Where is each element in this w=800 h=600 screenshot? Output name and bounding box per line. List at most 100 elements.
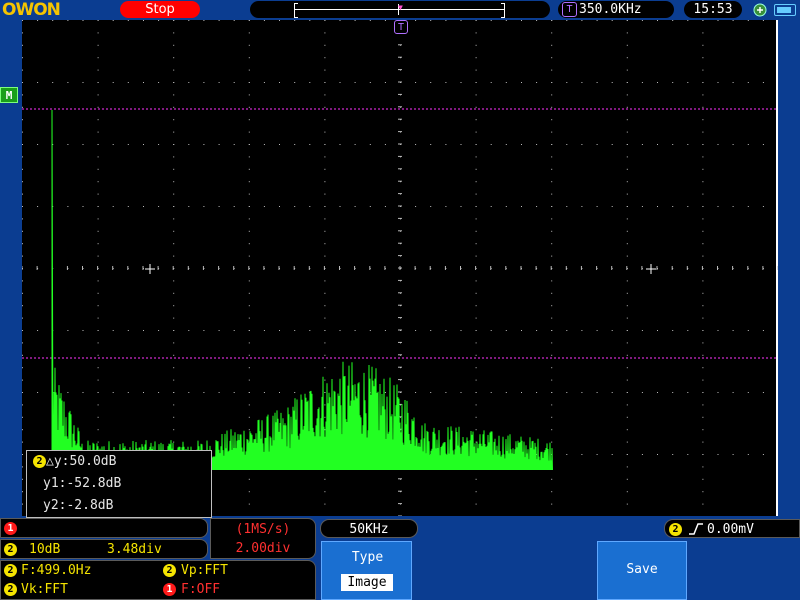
grid-dot bbox=[581, 20, 583, 21]
grid-dot bbox=[309, 82, 311, 83]
grid-dot bbox=[354, 206, 356, 207]
grid-dot bbox=[22, 342, 23, 344]
grid-dot bbox=[143, 330, 144, 331]
grid-dot bbox=[233, 20, 235, 21]
grid-dot bbox=[747, 20, 749, 21]
channel-m-marker[interactable]: M bbox=[0, 87, 18, 103]
grid-dot bbox=[415, 82, 417, 83]
ch2-status-bar[interactable]: 2 10dB 3.48div bbox=[0, 539, 208, 559]
grid-dot bbox=[22, 503, 23, 505]
cursor-channel-badge: 2 bbox=[33, 455, 46, 468]
grid-dot bbox=[551, 243, 553, 245]
grid-dot bbox=[566, 206, 568, 207]
ch1-status-bar[interactable]: 1 bbox=[0, 518, 208, 538]
grid-dot bbox=[551, 69, 553, 71]
grid-dot bbox=[67, 144, 69, 145]
grid-dot bbox=[505, 20, 507, 21]
grid-dot bbox=[127, 144, 129, 145]
grid-dot bbox=[762, 20, 764, 21]
grid-dot bbox=[641, 144, 643, 145]
grid-dot bbox=[551, 20, 553, 21]
grid-dot bbox=[717, 144, 719, 145]
waveform-display[interactable] bbox=[22, 20, 778, 516]
grid-dot bbox=[97, 144, 99, 145]
type-button[interactable]: Type Image bbox=[321, 541, 412, 600]
grid-dot bbox=[248, 57, 250, 59]
grid-dot bbox=[672, 392, 674, 393]
grid-dot bbox=[551, 218, 553, 220]
grid-dot bbox=[475, 193, 477, 195]
grid-dot bbox=[37, 206, 39, 207]
grid-dot bbox=[702, 392, 704, 393]
grid-dot bbox=[717, 206, 719, 207]
grid-dot bbox=[551, 503, 553, 505]
grid-dot bbox=[505, 330, 507, 331]
grid-dot bbox=[263, 206, 265, 207]
grid-dot bbox=[294, 82, 296, 83]
grid-dot bbox=[324, 404, 326, 406]
grid-dot bbox=[173, 69, 175, 71]
grid-dot bbox=[188, 330, 190, 331]
grid-dot bbox=[112, 206, 114, 207]
grid-dot bbox=[702, 478, 704, 480]
grid-dot bbox=[551, 255, 553, 257]
grid-dot bbox=[97, 330, 99, 331]
grid-dot bbox=[354, 82, 356, 83]
save-button[interactable]: Save bbox=[597, 541, 687, 600]
grid-dot bbox=[22, 280, 23, 282]
grid-dot bbox=[626, 69, 628, 71]
grid-dot bbox=[173, 168, 175, 170]
ch2-offset: 3.48div bbox=[107, 542, 162, 557]
grid-dot bbox=[475, 144, 477, 145]
grid-dot bbox=[641, 82, 643, 83]
grid-dot bbox=[732, 20, 734, 21]
grid-dot bbox=[445, 392, 447, 393]
meas-ch2-badge-c: 2 bbox=[4, 583, 17, 596]
grid-dot bbox=[203, 392, 205, 393]
run-stop-status[interactable]: Stop bbox=[120, 1, 200, 18]
grid-dot bbox=[717, 82, 719, 83]
grid-dot bbox=[702, 330, 704, 331]
grid-dot bbox=[97, 218, 99, 220]
grid-dot bbox=[702, 317, 704, 319]
grid-dot bbox=[475, 292, 477, 294]
grid-dot bbox=[475, 330, 477, 331]
grid-dot bbox=[475, 441, 477, 443]
trigger-level-panel[interactable]: 2 0.00mV bbox=[664, 519, 800, 538]
grid-dot bbox=[173, 441, 175, 443]
grid-dot bbox=[475, 94, 477, 96]
grid-dot bbox=[173, 218, 175, 220]
grid-dot bbox=[626, 168, 628, 170]
grid-dot bbox=[505, 144, 507, 145]
grid-dot bbox=[339, 82, 341, 83]
grid-dot bbox=[324, 429, 326, 431]
grid-dot bbox=[702, 441, 704, 443]
grid-dot bbox=[173, 392, 175, 393]
trigger-marker-icon[interactable]: T bbox=[394, 20, 408, 34]
grid-dot bbox=[97, 416, 99, 418]
grid-dot bbox=[173, 131, 175, 133]
grid-dot bbox=[324, 144, 326, 145]
grid-dot bbox=[324, 131, 326, 133]
grid-dot bbox=[173, 57, 175, 59]
grid-dot bbox=[97, 193, 99, 195]
grid-dot bbox=[22, 44, 23, 46]
grid-dot bbox=[112, 330, 114, 331]
grid-dot bbox=[551, 144, 553, 145]
grid-dot bbox=[596, 82, 598, 83]
grid-dot bbox=[626, 32, 628, 34]
horizontal-scale[interactable]: 50KHz bbox=[320, 519, 418, 538]
sample-rate-panel[interactable]: (1MS/s) 2.00div bbox=[210, 518, 316, 559]
grid-dot bbox=[22, 82, 23, 83]
grid-dot bbox=[97, 354, 99, 356]
grid-dot bbox=[521, 330, 522, 331]
grid-dot bbox=[566, 330, 568, 331]
grid-dot bbox=[279, 20, 280, 21]
grid-dot bbox=[475, 354, 477, 356]
grid-dot bbox=[626, 367, 628, 369]
grid-dot bbox=[626, 156, 628, 158]
meas-ch2-badge-b: 2 bbox=[163, 564, 176, 577]
grid-dot bbox=[747, 454, 749, 455]
grid-dot bbox=[626, 478, 628, 480]
grid-dot bbox=[596, 454, 598, 455]
